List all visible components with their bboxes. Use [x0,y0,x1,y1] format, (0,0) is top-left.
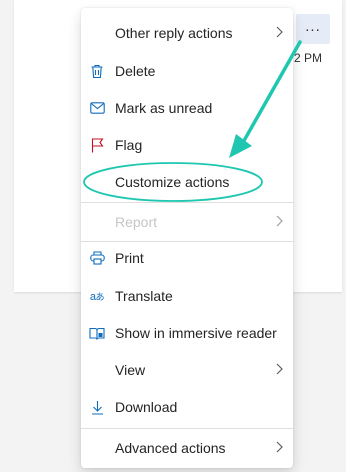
printer-icon [89,250,105,266]
menu-item-customize-actions[interactable]: Customize actions [81,164,293,200]
menu-item-flag[interactable]: Flag [81,127,293,163]
chevron-right-icon [276,441,283,453]
menu-item-download[interactable]: Download [81,389,293,425]
message-time: 2 PM [294,51,323,65]
menu-item-label: Translate [115,288,173,304]
flag-icon [89,137,105,153]
menu-item-report: Report [81,204,293,240]
download-icon [89,399,105,415]
menu-item-immersive-reader[interactable]: Show in immersive reader [81,315,293,351]
menu-item-mark-as-unread[interactable]: Mark as unread [81,90,293,126]
menu-item-label: Mark as unread [115,100,213,116]
menu-item-delete[interactable]: Delete [81,53,293,89]
menu-item-print[interactable]: Print [81,240,293,276]
menu-item-label: Flag [115,137,143,153]
menu-item-translate[interactable]: aあ Translate [81,278,293,314]
menu-item-label: Report [115,214,158,230]
trash-icon [89,63,105,79]
menu-divider [81,202,293,203]
menu-item-label: Customize actions [115,174,230,190]
menu-item-label: Other reply actions [115,25,233,41]
immersive-reader-icon [89,325,105,341]
envelope-icon [89,100,105,116]
more-actions-button[interactable]: ... [296,14,330,44]
translate-icon: aあ [89,290,105,303]
menu-divider [81,428,293,429]
menu-item-view[interactable]: View [81,352,293,388]
menu-item-label: Download [115,399,178,415]
more-actions-menu: Other reply actions Delete Mark as unrea… [81,8,293,468]
menu-item-label: Delete [115,63,156,79]
menu-item-label: Advanced actions [115,440,226,456]
more-actions-label: ... [305,17,321,35]
menu-item-other-reply-actions[interactable]: Other reply actions [81,15,293,51]
menu-item-label: Show in immersive reader [115,325,277,341]
menu-item-advanced-actions[interactable]: Advanced actions [81,430,293,466]
chevron-right-icon [276,363,283,375]
chevron-right-icon [276,215,283,227]
menu-item-label: View [115,362,146,378]
menu-item-label: Print [115,250,144,266]
chevron-right-icon [276,26,283,38]
